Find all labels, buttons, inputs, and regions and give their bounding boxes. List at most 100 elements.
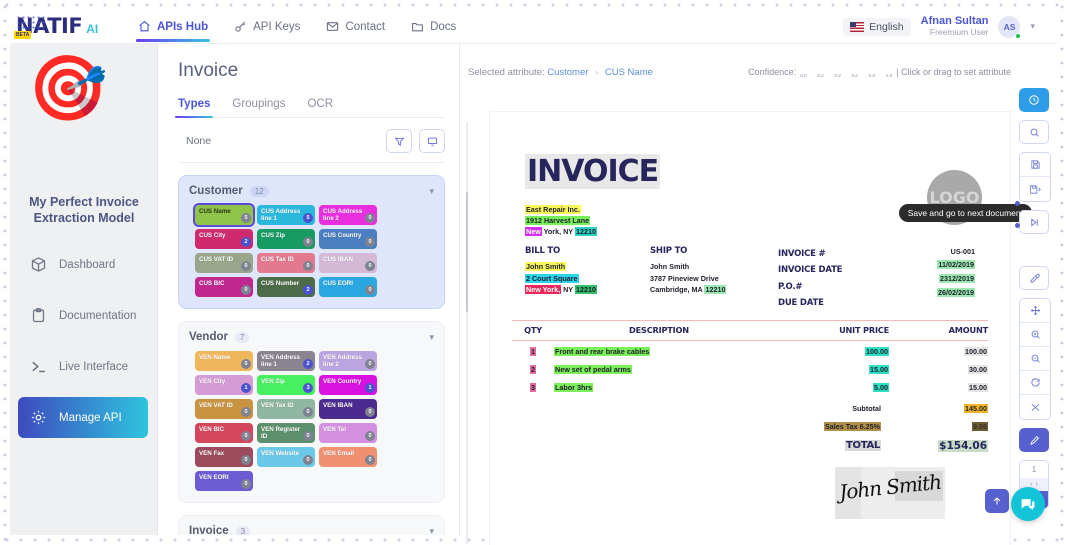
attribute-tag[interactable]: CUS Address line 20: [319, 205, 377, 225]
shuffle-button[interactable]: [1020, 395, 1050, 419]
mail-icon: [327, 22, 339, 31]
attribute-tag[interactable]: CUS EORI 0: [319, 277, 377, 297]
language-selector[interactable]: English: [843, 17, 911, 36]
attribute-tag[interactable]: VEN Zip 3: [257, 375, 315, 395]
attribute-tag[interactable]: VEN Fax 0: [195, 447, 253, 467]
group-header[interactable]: Customer 12 ▾: [189, 185, 434, 197]
sidebar-item-live-interface-label: Live Interface: [59, 360, 129, 373]
zoom-in-button[interactable]: [1020, 323, 1050, 347]
chat-widget-button[interactable]: [1011, 487, 1045, 521]
brand-logo[interactable]: NATIF AI BETA: [14, 15, 112, 39]
attribute-tag[interactable]: VEN Address line 12: [257, 351, 315, 371]
attribute-tag[interactable]: CUS Zip 0: [257, 229, 315, 249]
move-button[interactable]: [1020, 299, 1050, 323]
panel-title: Invoice: [178, 60, 239, 81]
skip-next-button[interactable]: [1019, 210, 1049, 234]
eyedropper-button[interactable]: [1019, 266, 1049, 290]
attribute-tag[interactable]: CUS Name 5: [193, 203, 255, 227]
confidence-tick: 0.4: [834, 72, 841, 78]
attribute-tag[interactable]: VEN VAT ID 0: [195, 399, 253, 419]
cube-icon: [31, 257, 46, 272]
group-header[interactable]: Vendor 7 ▾: [189, 331, 434, 343]
chevron-down-icon[interactable]: ▾: [1030, 21, 1035, 32]
zoom-out-button[interactable]: [1020, 347, 1050, 371]
ship-to-heading: SHIP TO: [650, 246, 688, 256]
invoice-page[interactable]: INVOICE LOGO Save and go to next documen…: [490, 112, 1032, 545]
tab-ocr[interactable]: OCR: [307, 98, 333, 117]
attribute-tag[interactable]: VEN Address line 20: [319, 351, 377, 371]
attribute-tag[interactable]: VEN Email 0: [319, 447, 377, 467]
beta-badge: BETA: [14, 31, 32, 39]
attribute-tag[interactable]: VEN Country 1: [319, 375, 377, 395]
table-row: 2 New set of pedal arms 15.00 30.00: [512, 359, 988, 377]
page-number-top: 1: [1031, 465, 1037, 474]
attribute-tag[interactable]: VEN Tax ID 0: [257, 399, 315, 419]
attribute-tag[interactable]: VEN Register ID 0: [257, 423, 315, 443]
nav-item-api-keys[interactable]: API Keys: [234, 10, 300, 44]
table-row: 3 Labor 3hrs 5.00 15.00: [512, 377, 988, 395]
rail-marker-dot-secondary: [1015, 223, 1020, 228]
attribute-tag[interactable]: CUS VAT ID 0: [195, 253, 253, 273]
invoice-meta-keys: INVOICE # INVOICE DATE P.O.# DUE DATE: [778, 246, 888, 311]
vendor-city-rest: York, NY: [543, 227, 573, 237]
sidebar-item-manage-api[interactable]: Manage API: [18, 397, 148, 438]
attribute-tag[interactable]: VEN Website 0: [257, 447, 315, 467]
attribute-tag[interactable]: VEN Tel 0: [319, 423, 377, 443]
attribute-tag[interactable]: VEN BIC 0: [195, 423, 253, 443]
chevron-down-icon[interactable]: ▾: [429, 332, 434, 343]
nav-item-apis-hub[interactable]: APIs Hub: [135, 10, 211, 44]
chevron-right-icon[interactable]: ›: [1036, 481, 1038, 488]
brand-suffix: AI: [86, 22, 99, 36]
selected-attribute-field[interactable]: CUS Name: [605, 67, 653, 78]
sidebar-item-documentation[interactable]: Documentation: [10, 295, 158, 336]
attribute-tag[interactable]: VEN IBAN 0: [319, 399, 377, 419]
attribute-tag[interactable]: CUS City 2: [195, 229, 253, 249]
attribute-group-invoice[interactable]: Invoice3▾Date3Due Date/Period0Service Da…: [178, 515, 445, 535]
ship-to-block: SHIP TO John Smith 3787 Pineview Drive C…: [650, 246, 778, 311]
ship-to-city: Cambridge, MA: [650, 285, 703, 295]
shuffle-icon: [1031, 403, 1039, 411]
attribute-tag[interactable]: VEN Name 0: [195, 351, 253, 371]
arrow-up-icon: [993, 497, 1001, 505]
chevron-down-icon[interactable]: ▾: [429, 186, 434, 197]
attribute-tag-count: 0: [241, 285, 251, 295]
scroll-to-top-button[interactable]: [985, 489, 1009, 513]
filter-button[interactable]: [386, 129, 412, 153]
attribute-tag[interactable]: CUS Country 0: [319, 229, 377, 249]
vendor-address-block: East Repair Inc. 1912 Harvest Lane New Y…: [525, 204, 597, 237]
save-button[interactable]: [1020, 153, 1050, 177]
tab-groupings[interactable]: Groupings: [232, 98, 285, 117]
search-button[interactable]: [1019, 120, 1049, 144]
history-button[interactable]: [1019, 88, 1049, 112]
attribute-tag[interactable]: VEN City 1: [195, 375, 253, 395]
attribute-tag[interactable]: VEN EORI 0: [195, 471, 253, 491]
avatar[interactable]: AS: [998, 15, 1022, 39]
selected-attribute-group[interactable]: Customer: [547, 67, 588, 78]
attribute-tag-label: VEN Fax: [199, 450, 225, 457]
pen-icon: [1029, 435, 1039, 445]
attribute-tag[interactable]: CUS Number 2: [257, 277, 315, 297]
attribute-group-customer[interactable]: Customer 12 ▾ CUS Name 5 CUS Address line 15C…: [178, 175, 445, 309]
chevron-down-icon[interactable]: ▾: [429, 526, 434, 536]
sidebar-item-live-interface[interactable]: Live Interface: [10, 346, 158, 387]
attribute-tag[interactable]: CUS Address line 15: [257, 205, 315, 225]
user-info[interactable]: Afnan Sultan Freemium User: [921, 15, 989, 37]
attribute-tag[interactable]: CUS BIC 0: [195, 277, 253, 297]
tab-types[interactable]: Types: [174, 98, 214, 118]
pen-button[interactable]: [1019, 428, 1049, 452]
display-button[interactable]: [419, 129, 445, 153]
nav-item-docs[interactable]: Docs: [411, 10, 456, 44]
save-and-next-button[interactable]: [1020, 177, 1050, 201]
sidebar-item-dashboard[interactable]: Dashboard: [10, 244, 158, 285]
column-header-qty: QTY: [524, 325, 542, 335]
nav-item-contact[interactable]: Contact: [326, 10, 385, 44]
attribute-tag[interactable]: CUS IBAN 0: [319, 253, 377, 273]
group-header[interactable]: Invoice 3 ▾: [189, 525, 434, 535]
viewer-scrollbar[interactable]: [466, 122, 468, 544]
cell-qty: 2: [530, 365, 536, 374]
confidence-legend: Confidence: 0.0 0.2 0.4 0.6 0.8 1.0 | Cl…: [748, 67, 1011, 78]
rotate-button[interactable]: [1020, 371, 1050, 395]
group-count: 12: [249, 185, 269, 197]
attribute-tag[interactable]: CUS Tax ID 0: [257, 253, 315, 273]
attribute-group-vendor[interactable]: Vendor 7 ▾ VEN Name 0 VEN Address line 1 2 VEN …: [178, 321, 445, 503]
